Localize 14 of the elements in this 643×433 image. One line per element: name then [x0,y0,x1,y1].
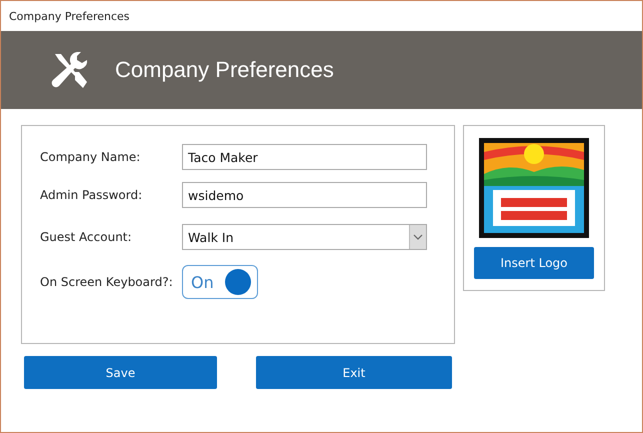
header-title: Company Preferences [115,57,334,83]
field-label: Guest Account: [39,230,133,244]
insert-logo-button[interactable]: Insert Logo [474,247,594,279]
input-field[interactable]: wsidemo [182,182,427,208]
input-field[interactable]: Taco Maker [182,144,427,170]
dropdown-field[interactable]: Walk In [182,224,427,250]
field-label: On Screen Keyboard?: [39,275,174,289]
field-label: Admin Password: [39,188,144,202]
window-title: Company Preferences [9,10,130,22]
tools-icon [49,50,89,90]
toggle-switch[interactable]: On [182,265,258,299]
action-button[interactable]: Exit [256,356,452,389]
action-button[interactable]: Save [24,356,217,389]
field-label: Company Name: [39,150,142,164]
